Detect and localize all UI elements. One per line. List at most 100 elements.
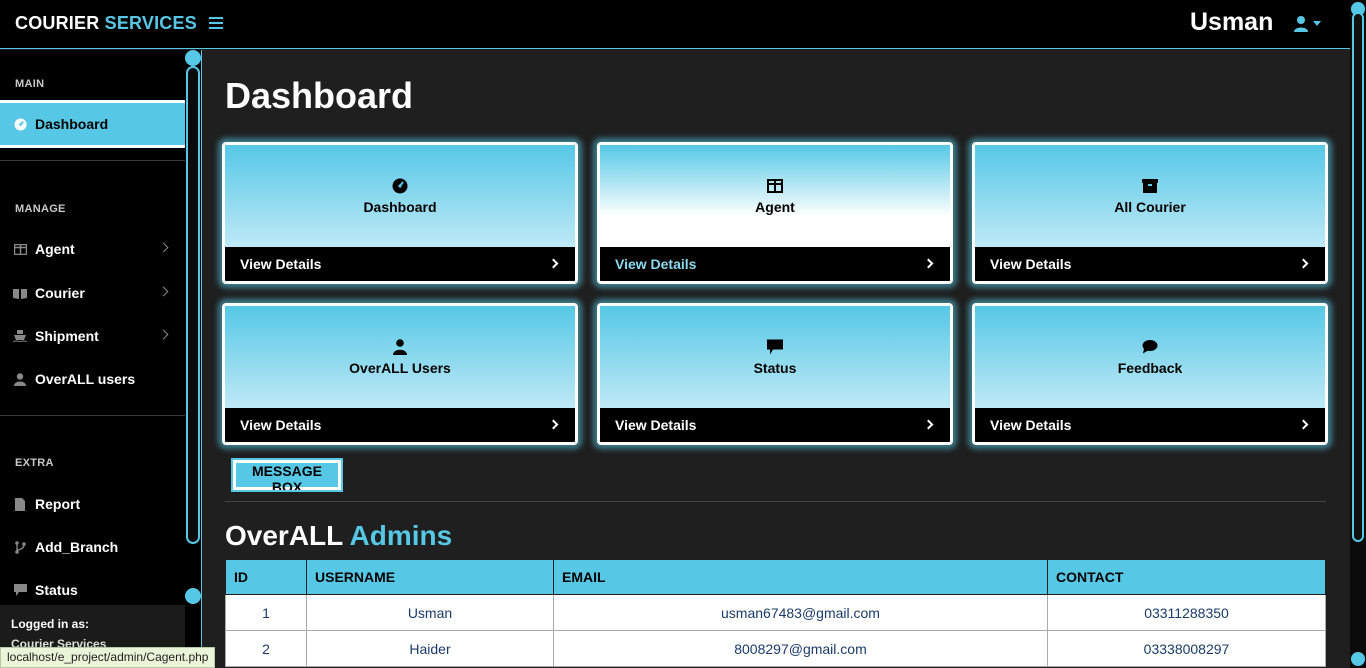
chevron-right-icon [1298,258,1309,269]
cell-username: Usman [306,594,554,631]
sidebar-item-courier[interactable]: Courier [0,275,185,311]
table-header-row: ID USERNAME EMAIL CONTACT [225,559,1326,595]
view-details-link[interactable]: View Details [225,247,575,281]
sidebar-item-label: Report [35,496,81,512]
page-scrollbar[interactable] [1350,0,1366,668]
cell-email: usman67483@gmail.com [553,594,1048,631]
view-details-label: View Details [615,256,697,272]
sidebar-item-label: Agent [35,241,75,257]
chevron-right-icon [158,329,169,340]
col-header-email[interactable]: EMAIL [553,559,1048,595]
sidebar-heading-main: MAIN [15,78,45,90]
message-box-button[interactable]: MESSAGE BOX [231,458,343,495]
cell-username: Haider [306,630,554,667]
user-menu-button[interactable] [1293,15,1323,35]
admins-table: ID USERNAME EMAIL CONTACT 1 Usman usman6… [225,559,1326,667]
sidebar-item-dashboard[interactable]: Dashboard [0,100,185,148]
cell-contact: 03338008297 [1047,630,1326,667]
scroll-down-knob[interactable] [185,588,201,604]
sidebar-item-label: Dashboard [35,116,109,132]
comments-icon [1142,339,1158,353]
section-title: OverALL Admins [225,520,452,552]
chevron-right-icon [548,419,559,430]
top-username: Usman [1190,8,1274,36]
view-details-link[interactable]: View Details [975,247,1325,281]
card-top: Feedback [975,306,1325,408]
sidebar-divider [0,415,185,416]
col-header-contact[interactable]: CONTACT [1047,559,1326,595]
logged-in-label: Logged in as: [11,617,89,631]
sidebar-item-status[interactable]: Status [0,572,185,608]
dashboard-icon [392,178,408,193]
section-title-part2: Admins [349,520,453,551]
card-feedback[interactable]: Feedback View Details [972,303,1328,445]
table-icon [13,242,27,256]
card-agent[interactable]: Agent View Details [597,142,953,284]
card-all-courier[interactable]: All Courier View Details [972,142,1328,284]
file-icon [13,497,27,511]
scroll-up-knob[interactable] [185,50,201,66]
user-icon [1294,16,1308,32]
sidebar-heading-extra: EXTRA [15,457,54,469]
col-header-username[interactable]: USERNAME [306,559,554,595]
sidebar-heading-manage: MANAGE [15,203,66,215]
card-label: Dashboard [363,198,437,215]
card-label: OverALL Users [349,359,451,376]
view-details-label: View Details [240,256,322,272]
sidebar-item-report[interactable]: Report [0,486,185,522]
content-divider [225,501,1326,502]
chevron-down-icon [1313,21,1321,26]
table-icon [767,178,783,193]
view-details-label: View Details [615,417,697,433]
branch-icon [13,540,27,554]
sidebar-item-agent[interactable]: Agent [0,231,185,267]
view-details-label: View Details [240,417,322,433]
sidebar-scroll-track[interactable] [186,66,200,544]
card-label: Agent [755,198,795,215]
card-top: Status [600,306,950,408]
card-top: All Courier [975,145,1325,247]
sidebar-scrollbar[interactable] [185,50,202,610]
card-top: Dashboard [225,145,575,247]
col-header-id[interactable]: ID [225,559,307,595]
card-label: Status [753,359,797,376]
ship-icon [13,329,27,343]
sidebar-item-label: Add_Branch [35,539,119,555]
user-icon [13,372,27,386]
view-details-link[interactable]: View Details [600,408,950,442]
sidebar-item-label: Shipment [35,328,99,344]
card-label: All Courier [1114,198,1186,215]
sidebar-item-overall-users[interactable]: OverALL users [0,361,185,397]
table-row[interactable]: 1 Usman usman67483@gmail.com 03311288350 [225,594,1326,631]
card-label: Feedback [1117,359,1183,376]
chevron-right-icon [158,286,169,297]
card-status[interactable]: Status View Details [597,303,953,445]
card-dashboard[interactable]: Dashboard View Details [222,142,578,284]
menu-toggle-icon[interactable] [209,14,223,34]
scroll-track[interactable] [1352,12,1364,542]
sidebar-item-add-branch[interactable]: Add_Branch [0,529,185,565]
user-icon [393,338,407,355]
view-details-link[interactable]: View Details [975,408,1325,442]
chevron-right-icon [1298,419,1309,430]
chevron-right-icon [548,258,559,269]
card-top: Agent [600,145,950,247]
sidebar-item-shipment[interactable]: Shipment [0,318,185,354]
sidebar-item-label: Courier [35,285,85,301]
comment-icon [13,583,27,597]
cell-id: 1 [225,594,307,631]
brand-text-courier: COURIER [15,13,100,33]
brand-logo[interactable]: COURIER SERVICES [15,13,197,34]
cell-id: 2 [225,630,307,667]
table-row[interactable]: 2 Haider 8008297@gmail.com 03338008297 [225,630,1326,667]
view-details-link[interactable]: View Details [225,408,575,442]
page-title: Dashboard [225,75,414,116]
view-details-link[interactable]: View Details [600,247,950,281]
chevron-right-icon [923,419,934,430]
view-details-label: View Details [990,417,1072,433]
scroll-down-knob[interactable] [1351,652,1365,666]
card-overall-users[interactable]: OverALL Users View Details [222,303,578,445]
browser-status-url: localhost/e_project/admin/Cagent.php [0,647,216,668]
sidebar-divider [0,160,185,161]
sidebar: MAIN Dashboard MANAGE Agent Courier Ship… [0,50,202,668]
